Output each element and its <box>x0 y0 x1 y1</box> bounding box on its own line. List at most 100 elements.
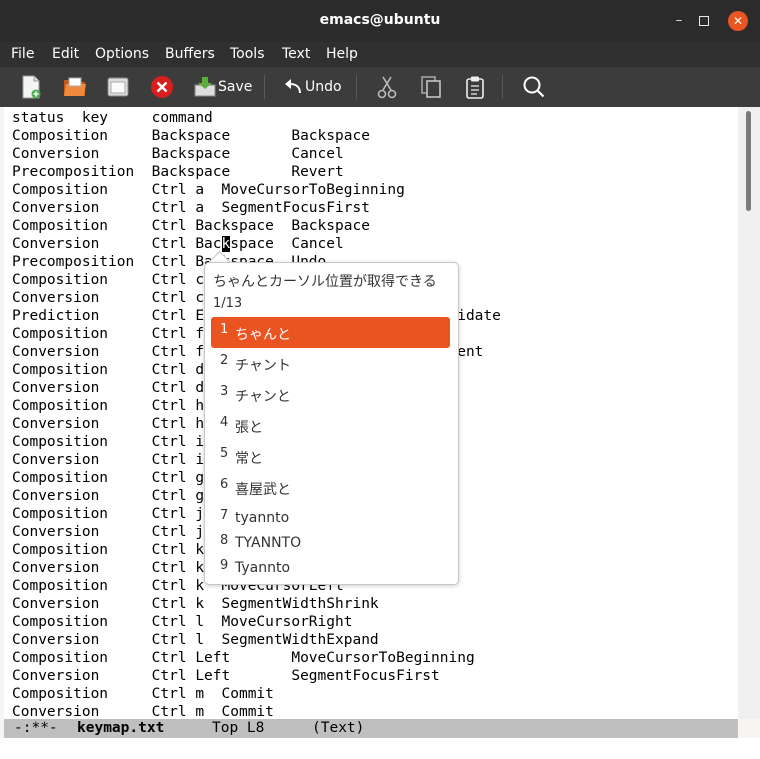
buffer-line-text: Conversion Ctrl Bac <box>12 236 222 252</box>
modeline-position: Top L8 <box>212 720 265 736</box>
buffer-line[interactable]: Composition Ctrl f <box>12 325 204 343</box>
buffer-line[interactable]: Composition Ctrl l MoveCursorRight <box>12 613 352 631</box>
ime-candidate-number: 6 <box>220 477 229 492</box>
buffer-line[interactable]: Composition Ctrl j <box>12 505 204 523</box>
ime-preedit-text: ちゃんとカーソル位置が取得できる <box>213 274 437 290</box>
buffer-line[interactable]: Conversion Ctrl i <box>12 451 204 469</box>
buffer-line[interactable]: Composition Ctrl i <box>12 433 204 451</box>
ime-candidate-text: tyannto <box>235 510 290 526</box>
buffer-line[interactable]: status key command <box>12 109 213 127</box>
ime-candidate[interactable]: 2 チャント <box>211 348 450 379</box>
ime-candidate-number: 7 <box>220 508 229 523</box>
ime-candidate-number: 5 <box>220 446 229 461</box>
ime-candidate-text: チャント <box>235 358 291 374</box>
ime-candidate-text: ちゃんと <box>235 327 291 343</box>
close-window-button[interactable]: ✕ <box>728 11 748 31</box>
cut-icon[interactable] <box>376 75 398 99</box>
ime-candidate[interactable]: 4 張と <box>211 410 450 441</box>
minimize-button[interactable]: – <box>670 12 688 30</box>
ime-candidate[interactable]: 9 Tyannto <box>211 553 450 584</box>
tool-bar: Save Undo <box>0 67 760 107</box>
ime-candidate-number: 3 <box>220 384 229 399</box>
menu-options[interactable]: Options <box>95 46 149 62</box>
ime-candidate[interactable]: 3 チャンと <box>211 379 450 410</box>
save-icon <box>194 77 216 97</box>
ime-candidate[interactable]: 6 喜屋武と <box>211 472 450 503</box>
maximize-button[interactable] <box>695 12 713 30</box>
modeline-mode: (Text) <box>312 720 365 736</box>
buffer-line[interactable]: Conversion Ctrl m Commit <box>12 703 274 719</box>
buffer-line[interactable]: Conversion Ctrl c <box>12 289 204 307</box>
buffer-line[interactable]: Conversion Ctrl g <box>12 487 204 505</box>
ime-candidate-number: 8 <box>220 533 229 548</box>
buffer-line[interactable]: Conversion Ctrl d <box>12 379 204 397</box>
ime-candidate[interactable]: 5 常と <box>211 441 450 472</box>
buffer-line[interactable]: Composition Ctrl k <box>12 541 204 559</box>
menu-file[interactable]: File <box>11 46 34 62</box>
buffer-line[interactable]: Conversion Ctrl k SegmentWidthShrink <box>12 595 379 613</box>
ime-candidate-number: 2 <box>220 353 229 368</box>
menu-bar: File Edit Options Buffers Tools Text Hel… <box>0 42 760 67</box>
buffer-line[interactable]: Conversion Ctrl Left SegmentFocusFirst <box>12 667 440 685</box>
ime-candidate-text: チャンと <box>235 389 291 405</box>
toolbar-separator <box>264 75 265 99</box>
new-file-icon[interactable] <box>20 75 42 99</box>
ime-candidate[interactable]: 1 ちゃんと <box>211 317 450 348</box>
buffer-line[interactable]: Precomposition Backspace Revert <box>12 163 344 181</box>
save-button[interactable] <box>193 75 219 99</box>
ime-candidate-text: TYANNTO <box>235 535 302 551</box>
mode-line: -:**- keymap.txt Top L8 (Text) <box>4 719 738 738</box>
minibuffer[interactable] <box>0 738 760 759</box>
buffer-line[interactable]: Conversion Ctrl j <box>12 523 204 541</box>
buffer-line[interactable]: Conversion Ctrl k <box>12 559 204 577</box>
toolbar-separator <box>356 75 357 99</box>
buffer-line[interactable]: Composition Ctrl m Commit <box>12 685 274 703</box>
ime-candidate-popup: ちゃんとカーソル位置が取得できる 1/13 1 ちゃんと 2 チャント 3 チャンと 4 張と… <box>204 262 459 585</box>
close-buffer-icon[interactable] <box>150 75 174 99</box>
window-title: emacs@ubuntu <box>319 12 441 28</box>
buffer-line[interactable]: Composition Ctrl Left MoveCursorToBeginn… <box>12 649 475 667</box>
menu-tools[interactable]: Tools <box>230 46 265 62</box>
undo-icon <box>285 79 301 94</box>
buffer-line[interactable]: Conversion Ctrl a SegmentFocusFirst <box>12 199 370 217</box>
search-icon[interactable] <box>522 75 546 99</box>
ime-candidate-text: Tyannto <box>235 560 291 576</box>
ime-candidate-number: 9 <box>220 558 229 573</box>
paste-icon[interactable] <box>464 75 486 99</box>
menu-edit[interactable]: Edit <box>52 46 79 62</box>
buffer-line[interactable]: Composition Backspace Backspace <box>12 127 370 145</box>
buffer-line[interactable]: Conversion Ctrl l SegmentWidthExpand <box>12 631 379 649</box>
emacs-window: emacs@ubuntu – ✕ File Edit Options Buffe… <box>0 0 760 759</box>
text-cursor: k <box>221 236 231 252</box>
buffer-line[interactable]: Conversion Backspace Cancel <box>12 145 344 163</box>
save-label[interactable]: Save <box>218 79 252 95</box>
buffer-line-text: space Cancel <box>230 236 344 252</box>
ime-candidate-text: 張と <box>235 420 263 436</box>
maximize-icon <box>699 16 709 26</box>
scrollbar-thumb[interactable] <box>746 111 751 211</box>
buffer-line[interactable]: Conversion Ctrl Backspace Cancel <box>12 235 344 253</box>
undo-button[interactable] <box>282 75 306 99</box>
menu-help[interactable]: Help <box>326 46 358 62</box>
undo-label[interactable]: Undo <box>305 79 342 95</box>
buffer-line[interactable]: Composition Ctrl d <box>12 361 204 379</box>
buffer-line[interactable]: Composition Ctrl h <box>12 397 204 415</box>
dired-icon[interactable] <box>106 75 130 99</box>
copy-icon[interactable] <box>420 75 442 99</box>
vertical-scrollbar[interactable] <box>738 107 760 719</box>
buffer-line[interactable]: Composition Ctrl g <box>12 469 204 487</box>
buffer-line[interactable]: Composition Ctrl c <box>12 271 204 289</box>
buffer-line[interactable]: Composition Ctrl Backspace Backspace <box>12 217 370 235</box>
buffer-line[interactable]: Composition Ctrl a MoveCursorToBeginning <box>12 181 405 199</box>
open-folder-icon[interactable] <box>62 75 88 99</box>
modeline-status: -:**- <box>14 720 58 736</box>
ime-candidate-text: 喜屋武と <box>235 482 291 498</box>
ime-candidate-number: 4 <box>220 415 229 430</box>
menu-text[interactable]: Text <box>282 46 310 62</box>
ime-candidate-number: 1 <box>220 322 229 337</box>
title-bar[interactable]: emacs@ubuntu – ✕ <box>0 0 760 42</box>
ime-candidate-text: 常と <box>235 451 263 467</box>
toolbar-separator <box>502 75 503 99</box>
menu-buffers[interactable]: Buffers <box>165 46 215 62</box>
buffer-line[interactable]: Conversion Ctrl h <box>12 415 204 433</box>
